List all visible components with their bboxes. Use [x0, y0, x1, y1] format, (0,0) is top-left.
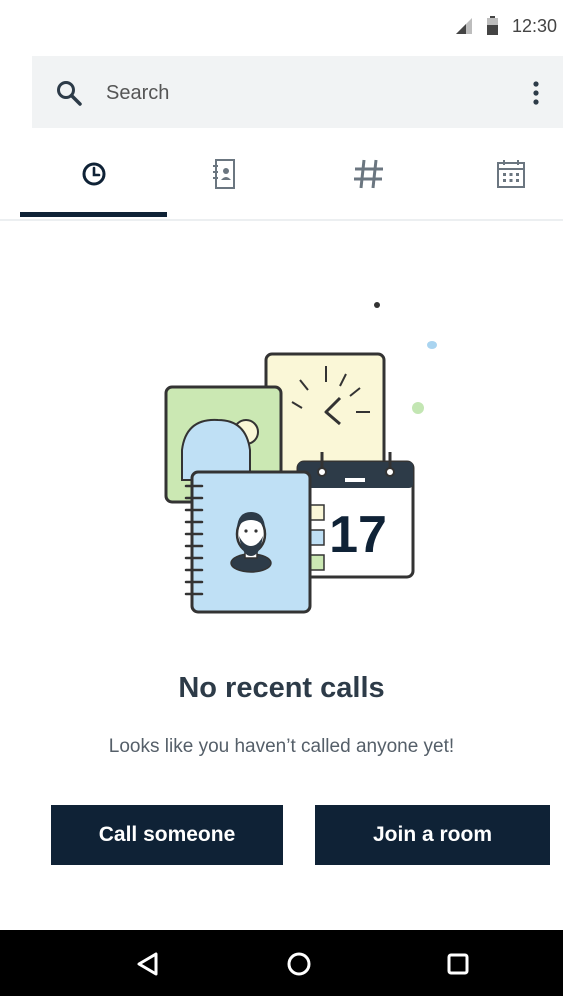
- join-room-button[interactable]: Join a room: [315, 805, 550, 865]
- calendar-icon: [497, 160, 525, 188]
- tab-bar: [0, 145, 563, 221]
- tab-dialpad[interactable]: [314, 145, 461, 215]
- decor-dot-icon: [374, 302, 380, 308]
- call-someone-button[interactable]: Call someone: [51, 805, 283, 865]
- search-bar[interactable]: [32, 56, 563, 128]
- app-screen: 12:30 Search 17 No recent calls Looks li…: [0, 0, 563, 996]
- decor-dot-icon: [427, 341, 437, 349]
- status-bar: 12:30: [0, 0, 563, 50]
- overview-square-icon[interactable]: [438, 944, 478, 984]
- empty-state-title: No recent calls: [178, 672, 385, 704]
- clock-icon: [82, 162, 106, 186]
- status-time: 12:30: [512, 16, 558, 36]
- home-circle-icon[interactable]: [279, 944, 319, 984]
- search-input[interactable]: [106, 78, 486, 108]
- calendar-day-number: 17: [329, 506, 387, 564]
- clock-card-icon: [264, 352, 386, 474]
- address-book-icon: [184, 470, 325, 614]
- more-vert-icon[interactable]: [526, 78, 546, 108]
- system-nav-bar: [0, 930, 563, 996]
- cell-signal-icon: [456, 18, 472, 34]
- battery-icon: [487, 16, 498, 35]
- back-triangle-icon[interactable]: [128, 944, 168, 984]
- decor-dot-icon: [412, 402, 424, 414]
- tab-contacts[interactable]: [167, 145, 314, 215]
- tab-calendar[interactable]: [461, 145, 563, 215]
- selected-tab-indicator: [20, 212, 167, 217]
- hash-icon: [354, 159, 383, 189]
- empty-state-subtitle: Looks like you haven’t called anyone yet…: [108, 736, 455, 757]
- contacts-book-icon: [213, 159, 235, 189]
- search-icon: [57, 81, 82, 106]
- empty-state-illustration: 17: [164, 302, 437, 614]
- tab-recents[interactable]: [20, 145, 167, 215]
